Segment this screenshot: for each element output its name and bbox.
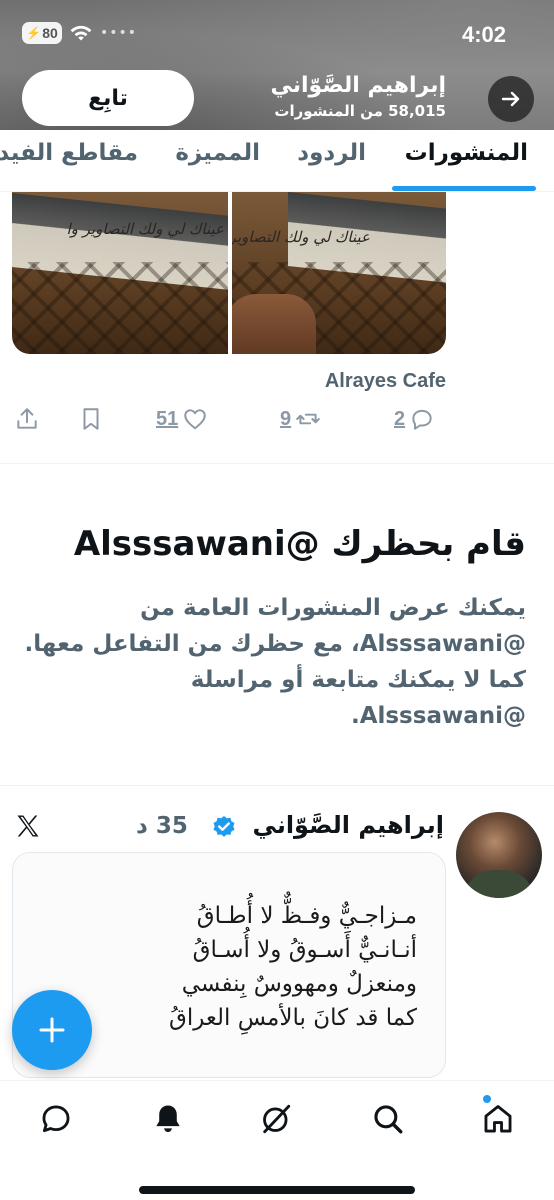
blocked-title: قام بحظرك @Alsssawani — [73, 524, 526, 564]
compose-button[interactable] — [12, 990, 92, 1070]
tweet-location[interactable]: Alrayes Cafe — [325, 370, 446, 393]
sign-text: عيناك لي ولك التصاوير وا — [66, 220, 225, 238]
reply-count: 2 — [394, 407, 406, 430]
tweet-timestamp: 35 د — [136, 813, 188, 839]
share-icon — [17, 408, 37, 429]
home-unread-dot — [483, 1095, 491, 1103]
poem-line: كما قد كانَ بالأمسِ العراقُ — [168, 1005, 417, 1031]
reply-icon — [412, 409, 432, 430]
bookmark-icon — [83, 408, 99, 430]
tab-replies[interactable]: الردود — [297, 140, 366, 166]
nav-notifications[interactable] — [148, 1099, 188, 1139]
heart-icon — [184, 409, 206, 430]
chat-icon — [42, 1105, 70, 1133]
home-icon — [484, 1105, 512, 1133]
plus-icon — [39, 1017, 65, 1043]
status-time: 4:02 — [461, 22, 506, 47]
profile-tabs: المنشورات الردود المميزة مقاطع الفيديو — [0, 130, 554, 192]
verified-badge-icon — [213, 815, 235, 837]
battery-level: 80 — [42, 25, 58, 41]
follow-button[interactable]: تابِع — [22, 70, 194, 126]
tweet-author-name[interactable]: إبراهيم الصَّوّاني — [253, 811, 444, 839]
bell-icon — [156, 1105, 180, 1133]
wifi-icon — [70, 25, 92, 41]
header-profile-name: إبراهيم الصَّوّاني — [270, 73, 446, 98]
tab-videos[interactable]: مقاطع الفيديو — [0, 140, 138, 166]
search-icon — [374, 1105, 403, 1134]
bottom-navigation — [0, 1080, 554, 1200]
poem-line: ومنعزلٌ ومهووسٌ بِنفسي — [181, 971, 417, 997]
arrow-right-icon — [501, 91, 520, 107]
nav-grok[interactable] — [256, 1099, 296, 1139]
repost-button[interactable]: 9 — [280, 406, 321, 432]
tab-highlights[interactable]: المميزة — [175, 140, 260, 166]
tweet-actions: 51 9 2 — [0, 406, 554, 442]
profile-header: ⚡ 80 •••• 4:02 تابِع إبراهيم الصَّوّاني … — [0, 0, 554, 130]
repost-icon — [296, 413, 320, 425]
active-tab-indicator — [392, 186, 536, 191]
nav-messages[interactable] — [36, 1099, 76, 1139]
like-count: 51 — [156, 407, 179, 430]
poem-line: مـزاجـيٌّ وفـظٌّ لا أُطـاقُ — [196, 903, 417, 929]
home-indicator — [139, 1186, 415, 1194]
battery-indicator: ⚡ 80 — [22, 22, 62, 44]
back-button[interactable] — [488, 76, 534, 122]
bookmark-button[interactable] — [78, 406, 104, 432]
status-bar-left: ⚡ 80 •••• — [22, 22, 137, 44]
divider — [0, 785, 554, 786]
header-posts-count: 58,015 من المنشورات — [274, 102, 446, 120]
grok-icon — [263, 1104, 291, 1134]
sign-text: عيناك لي ولك التصاوير وا — [232, 228, 370, 246]
share-button[interactable] — [14, 406, 40, 432]
blocked-description: يمكنك عرض المنشورات العامة من @Alsssawan… — [24, 595, 526, 729]
repost-count: 9 — [280, 407, 292, 430]
nav-search[interactable] — [368, 1099, 408, 1139]
tweet-image-left[interactable]: عيناك لي ولك التصاوير وا — [12, 192, 228, 354]
wood-panel — [12, 262, 228, 354]
like-button[interactable]: 51 — [156, 406, 208, 432]
charging-icon: ⚡ — [26, 26, 42, 40]
reply-button[interactable]: 2 — [394, 406, 435, 432]
tweet-image-right[interactable]: عيناك لي ولك التصاوير وا — [232, 192, 446, 354]
couch — [232, 294, 316, 354]
avatar[interactable] — [456, 812, 542, 898]
divider — [0, 463, 554, 464]
x-logo-icon[interactable] — [14, 812, 42, 840]
tab-posts[interactable]: المنشورات — [405, 140, 528, 166]
cellular-signal: •••• — [100, 25, 138, 41]
poem-line: أنـانـيٌّ أَسـوقُ ولا أُسـاقُ — [192, 937, 417, 963]
nav-home[interactable] — [478, 1099, 518, 1139]
